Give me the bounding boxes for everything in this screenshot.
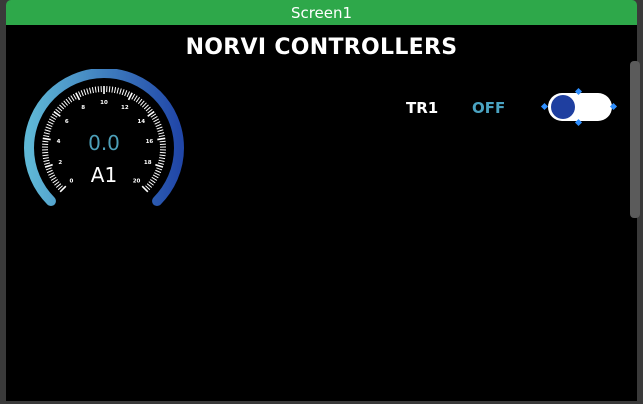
toggle-knob[interactable] [551,95,575,119]
gauge-minor-tick [91,87,94,94]
relay-state: OFF [472,99,506,117]
selection-handle-left[interactable] [540,102,549,111]
gauge-minor-tick [126,91,130,98]
gauge-minor-tick [159,154,166,157]
gauge-minor-tick [51,113,58,118]
gauge-minor-tick [46,123,53,128]
gauge-tick-label: 12 [121,105,129,111]
gauge-minor-tick [94,86,97,93]
gauge-minor-tick [151,116,158,120]
page-title: NORVI CONTROLLERS [185,35,458,60]
gauge-minor-tick [48,118,55,123]
gauge-minor-tick [121,89,125,96]
relay-toggle-switch[interactable] [548,93,612,121]
gauge-minor-tick [131,93,136,100]
window-title-bar: Screen1 [6,0,637,25]
gauge-minor-tick [86,88,89,95]
gauge-minor-tick [153,118,160,123]
gauge-minor-tick [143,104,149,110]
gauge-minor-tick [159,157,166,160]
gauge-minor-tick [42,154,49,157]
gauge-label: A1 [90,163,118,187]
gauge-tick-label: 10 [100,100,108,106]
gauge-minor-tick [156,126,163,130]
gauge-minor-tick [141,102,147,108]
gauge-minor-tick [137,98,143,105]
gauge-minor-tick [150,113,157,118]
gauge-minor-tick [59,104,65,110]
gauge-minor-tick [65,98,71,105]
gauge-minor-tick [89,87,92,94]
gauge-minor-tick [50,116,57,120]
gauge-minor-tick [72,93,77,100]
gauge-minor-tick [63,100,69,106]
gauge-minor-tick [67,96,73,103]
gauge-minor-tick [133,95,138,101]
gauge-minor-tick [114,87,117,94]
relay-label: TR1 [406,99,439,117]
gauge-minor-tick [47,121,54,125]
gauge-minor-tick [43,159,50,163]
screen-canvas: NORVI CONTROLLERS 0 2 4 6 8 10 12 14 16 18 20 0.0 … [6,25,637,401]
gauge-minor-tick [42,157,49,160]
gauge-minor-tick [108,86,111,93]
analog-gauge: 0 2 4 6 8 10 12 14 16 18 20 0.0 A1 [22,69,186,229]
gauge-minor-tick [97,86,100,93]
gauge-tick-label: 14 [137,119,145,125]
gauge-minor-tick [83,89,87,96]
gauge-minor-tick [158,159,165,163]
gauge-minor-tick [80,90,84,97]
gauge-minor-tick [135,96,141,103]
gauge-minor-tick [116,87,119,94]
gauge-minor-tick [154,121,161,125]
gauge-minor-tick [78,91,82,98]
gauge-value: 0.0 [88,131,120,155]
vertical-scrollbar[interactable] [630,61,640,218]
gauge-tick-label: 6 [65,119,69,125]
gauge-minor-tick [111,86,114,93]
window-title: Screen1 [290,3,353,22]
gauge-minor-tick [145,106,151,112]
gauge-minor-tick [45,126,52,130]
gauge-minor-tick [57,106,63,112]
gauge-minor-tick [155,123,162,128]
gauge-tick-label: 8 [81,105,85,111]
gauge-minor-tick [61,102,67,108]
gauge-minor-tick [139,100,145,106]
gauge-minor-tick [119,88,122,95]
gauge-minor-tick [70,95,75,101]
gauge-minor-tick [124,90,128,97]
